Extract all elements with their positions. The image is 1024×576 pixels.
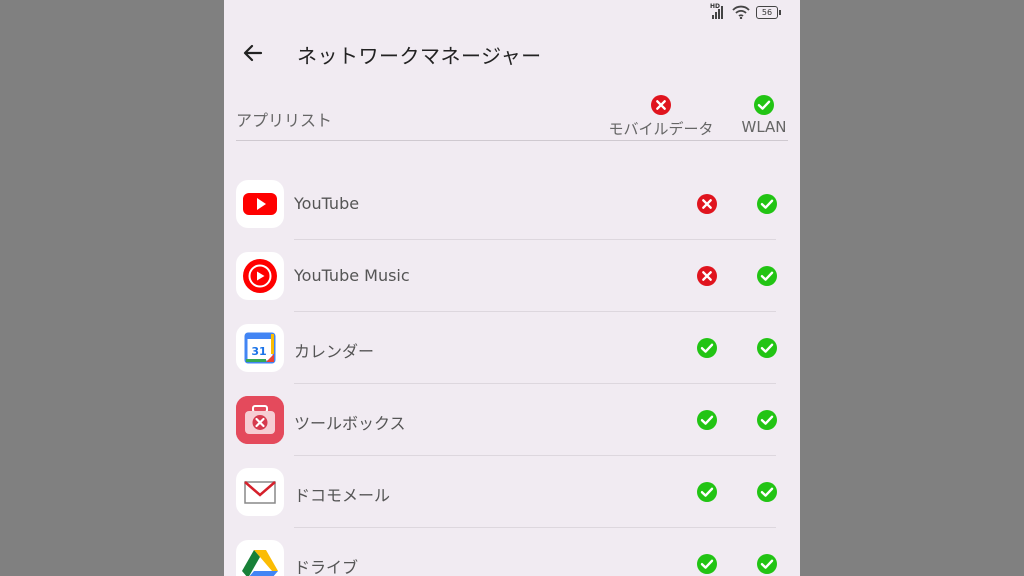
page-title: ネットワークマネージャー xyxy=(297,44,542,68)
phone-screen: HD 56 ネットワークマネージャー アプリリスト モバイルデータ WLAN Y… xyxy=(224,0,800,576)
toolbox-app-icon xyxy=(236,396,284,444)
list-item: YouTube xyxy=(224,168,800,240)
battery-level: 56 xyxy=(761,7,773,17)
mobile-data-master-toggle[interactable] xyxy=(650,94,672,116)
wlan-toggle[interactable] xyxy=(756,265,778,287)
wifi-icon xyxy=(732,5,750,19)
mobile-data-toggle[interactable] xyxy=(696,265,718,287)
wlan-toggle[interactable] xyxy=(756,481,778,503)
app-name: ツールボックス xyxy=(294,414,406,433)
calendar-app-icon: 31 xyxy=(236,324,284,372)
app-name: YouTube Music xyxy=(294,266,410,285)
mobile-data-label: モバイルデータ xyxy=(608,120,714,138)
svg-text:31: 31 xyxy=(251,345,266,358)
back-arrow-icon[interactable] xyxy=(238,38,268,68)
wlan-column-header: WLAN xyxy=(738,94,790,136)
youtube-music-app-icon xyxy=(236,252,284,300)
app-name: カレンダー xyxy=(294,342,375,361)
wlan-toggle[interactable] xyxy=(756,337,778,359)
wlan-label: WLAN xyxy=(741,118,787,136)
wlan-toggle[interactable] xyxy=(756,409,778,431)
list-item: ドコモメール xyxy=(224,456,800,528)
list-item: YouTube Music xyxy=(224,240,800,312)
app-list-label: アプリリスト xyxy=(236,111,333,130)
status-bar: HD 56 xyxy=(710,3,781,21)
wlan-toggle[interactable] xyxy=(756,553,778,575)
app-list: YouTube YouTube Music 31 カレンダー ツールボックス ド… xyxy=(224,168,800,576)
youtube-app-icon xyxy=(236,180,284,228)
drive-app-icon xyxy=(236,540,284,576)
mobile-data-toggle[interactable] xyxy=(696,193,718,215)
app-name: ドコモメール xyxy=(294,486,391,505)
mobile-data-toggle[interactable] xyxy=(696,553,718,575)
docomo-mail-app-icon xyxy=(236,468,284,516)
app-bar: ネットワークマネージャー xyxy=(224,28,800,78)
app-name: ドライブ xyxy=(294,558,359,576)
signal-icon: HD xyxy=(710,3,726,19)
wlan-toggle[interactable] xyxy=(756,193,778,215)
battery-icon: 56 xyxy=(756,5,781,19)
list-item: ツールボックス xyxy=(224,384,800,456)
mobile-data-column-header: モバイルデータ xyxy=(606,94,716,139)
mobile-data-toggle[interactable] xyxy=(696,409,718,431)
list-header: アプリリスト モバイルデータ WLAN xyxy=(236,90,788,141)
mobile-data-toggle[interactable] xyxy=(696,337,718,359)
list-item: ドライブ xyxy=(224,528,800,576)
wlan-master-toggle[interactable] xyxy=(753,94,775,116)
mobile-data-toggle[interactable] xyxy=(696,481,718,503)
list-item: 31 カレンダー xyxy=(224,312,800,384)
app-name: YouTube xyxy=(294,194,360,213)
